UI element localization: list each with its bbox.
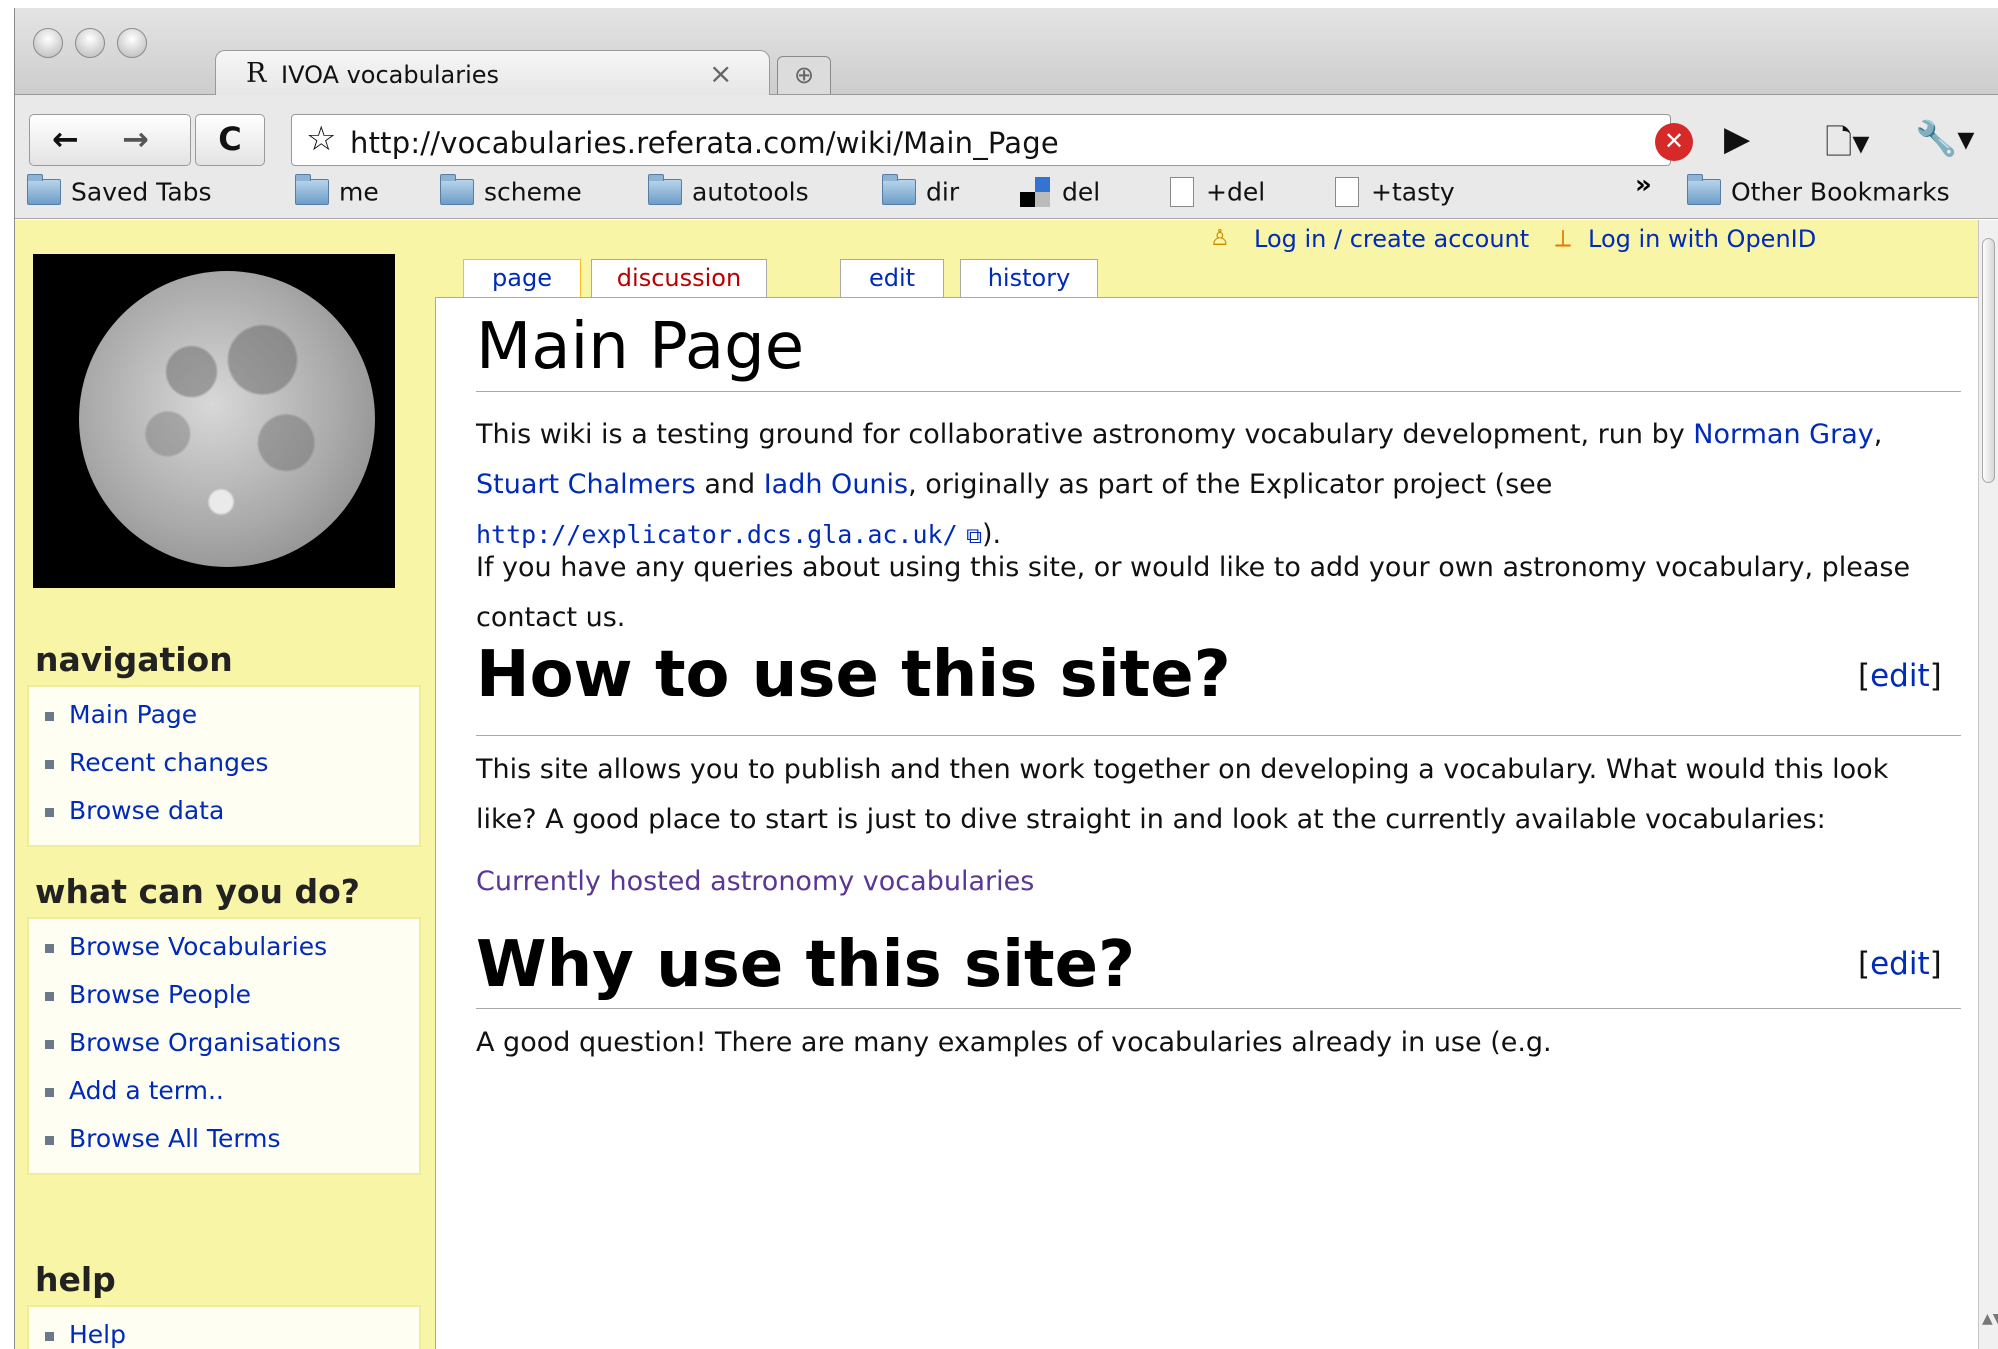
new-tab-button[interactable]: ⊕ — [777, 56, 831, 94]
folder-icon — [1687, 174, 1721, 205]
sidebar-item-browse-all-terms[interactable]: Browse All Terms — [29, 1115, 419, 1163]
vocabularies-link[interactable]: Currently hosted astronomy vocabularies — [476, 866, 1034, 897]
close-window-button[interactable] — [33, 28, 63, 58]
author-link-iadh-ounis[interactable]: Iadh Ounis — [764, 469, 908, 500]
folder-icon — [27, 174, 61, 205]
page-icon — [1335, 177, 1359, 207]
sidebar-item-recent-changes[interactable]: Recent changes — [29, 739, 419, 787]
openid-login-link[interactable]: Log in with OpenID — [1588, 225, 1816, 253]
bookmark-del[interactable]: del — [1020, 176, 1100, 212]
bracket-text: ] — [1929, 658, 1942, 694]
play-icon[interactable]: ▶ — [1724, 119, 1750, 159]
section-edit-link[interactable]: [edit] — [1858, 658, 1942, 694]
author-link-stuart-chalmers[interactable]: Stuart Chalmers — [476, 469, 696, 500]
sidebar-item-browse-data[interactable]: Browse data — [29, 787, 419, 835]
delicious-icon — [1020, 177, 1050, 207]
bookmark-me[interactable]: me — [295, 174, 379, 212]
intro-paragraph: This wiki is a testing ground for collab… — [476, 410, 1956, 562]
portlet-what-can-you-do: Browse Vocabularies Browse People Browse… — [27, 917, 421, 1175]
section-heading-why-use: Why use this site? — [476, 928, 1136, 1002]
site-logo[interactable] — [33, 254, 395, 588]
openid-icon: ⟂ — [1555, 224, 1572, 252]
sidebar-item-browse-vocabularies[interactable]: Browse Vocabularies — [29, 923, 419, 971]
back-icon[interactable]: ← — [52, 115, 79, 163]
portlet-title-navigation: navigation — [35, 640, 233, 679]
edit-section-label[interactable]: edit — [1870, 946, 1930, 982]
title-bar: R IVOA vocabularies × ⊕ — [15, 8, 1998, 96]
sidebar-item-main-page[interactable]: Main Page — [29, 691, 419, 739]
close-tab-icon[interactable]: × — [709, 57, 732, 90]
intro-text: , originally as part of the Explicator p… — [908, 469, 1553, 500]
browser-window: R IVOA vocabularies × ⊕ ← → C ☆ http://v… — [14, 8, 1998, 1349]
sidebar-item-add-a-term[interactable]: Add a term.. — [29, 1067, 419, 1115]
reload-button[interactable]: C — [195, 114, 265, 166]
bookmarks-bar: Saved Tabs me scheme autotools dir del +… — [15, 168, 1998, 218]
bookmark-saved-tabs[interactable]: Saved Tabs — [27, 174, 212, 212]
address-bar[interactable]: ☆ http://vocabularies.referata.com/wiki/… — [291, 114, 1671, 166]
bracket-text: [ — [1858, 946, 1871, 982]
intro-separator: , — [1873, 419, 1883, 450]
bracket-text: ] — [1929, 946, 1942, 982]
bookmark-scheme[interactable]: scheme — [440, 174, 582, 212]
portlet-help: Help — [27, 1305, 421, 1349]
contact-paragraph: If you have any queries about using this… — [476, 552, 1911, 633]
section-divider — [476, 735, 1961, 736]
bookmark-other-bookmarks[interactable]: Other Bookmarks — [1687, 174, 1950, 212]
page-title: Main Page — [476, 310, 805, 384]
edit-section-label[interactable]: edit — [1870, 658, 1930, 694]
intro-separator: and — [695, 469, 764, 500]
main-content: Main Page This wiki is a testing ground … — [435, 297, 1980, 1349]
folder-icon — [648, 174, 682, 205]
browser-toolbar: ← → C ☆ http://vocabularies.referata.com… — [15, 95, 1998, 219]
section-heading-how-to-use: How to use this site? — [476, 638, 1231, 712]
bracket-text: [ — [1858, 658, 1871, 694]
scroll-arrows-icon[interactable]: ▲▼ — [1982, 1311, 1998, 1327]
url-text[interactable]: http://vocabularies.referata.com/wiki/Ma… — [350, 126, 1059, 160]
sidebar-item-browse-people[interactable]: Browse People — [29, 971, 419, 1019]
login-link[interactable]: Log in / create account — [1254, 225, 1529, 253]
section-edit-link[interactable]: [edit] — [1858, 946, 1942, 982]
bookmarks-overflow-icon[interactable]: » — [1635, 170, 1652, 200]
wrench-icon[interactable]: 🔧▾ — [1915, 119, 1974, 159]
tab-title: IVOA vocabularies — [281, 61, 500, 89]
title-divider — [476, 391, 1961, 392]
vertical-scrollbar[interactable]: ▲▼ — [1978, 220, 1998, 1349]
tab-page[interactable]: page — [463, 259, 581, 297]
intro-text: This wiki is a testing ground for collab… — [476, 419, 1685, 450]
bookmark-dir[interactable]: dir — [882, 174, 959, 212]
portlet-title-what-can-you-do: what can you do? — [35, 872, 360, 911]
bookmark-autotools[interactable]: autotools — [648, 174, 809, 212]
blocker-icon[interactable]: ✕ — [1655, 123, 1693, 161]
page-icon — [1170, 177, 1194, 207]
zoom-window-button[interactable] — [117, 28, 147, 58]
section-divider — [476, 1008, 1961, 1009]
sidebar-item-browse-organisations[interactable]: Browse Organisations — [29, 1019, 419, 1067]
favicon-icon: R — [246, 58, 267, 89]
folder-icon — [295, 174, 329, 205]
section1-paragraph: This site allows you to publish and then… — [476, 754, 1889, 835]
author-link-norman-gray[interactable]: Norman Gray — [1693, 419, 1873, 450]
bookmark-plus-tasty[interactable]: +tasty — [1335, 176, 1455, 212]
folder-icon — [440, 174, 474, 205]
forward-icon[interactable]: → — [122, 115, 149, 163]
folder-icon — [882, 174, 916, 205]
sidebar-item-help[interactable]: Help — [29, 1311, 419, 1349]
portlet-navigation: Main Page Recent changes Browse data — [27, 685, 421, 847]
portlet-title-help: help — [35, 1260, 116, 1299]
tab-edit[interactable]: edit — [840, 259, 944, 297]
bookmark-star-icon[interactable]: ☆ — [306, 119, 336, 159]
bookmark-plus-del[interactable]: +del — [1170, 176, 1265, 212]
back-forward-group: ← → — [29, 114, 191, 166]
page-viewport: ♙ Log in / create account ⟂ Log in with … — [15, 220, 1980, 1349]
minimize-window-button[interactable] — [75, 28, 105, 58]
tab-discussion[interactable]: discussion — [591, 259, 767, 297]
moon-image — [79, 271, 375, 567]
user-icon: ♙ — [1210, 226, 1230, 251]
browser-tab-active[interactable]: R IVOA vocabularies × — [215, 50, 770, 96]
tab-history[interactable]: history — [960, 259, 1098, 297]
section2-paragraph: A good question! There are many examples… — [476, 1027, 1552, 1058]
scrollbar-thumb[interactable] — [1982, 238, 1995, 483]
